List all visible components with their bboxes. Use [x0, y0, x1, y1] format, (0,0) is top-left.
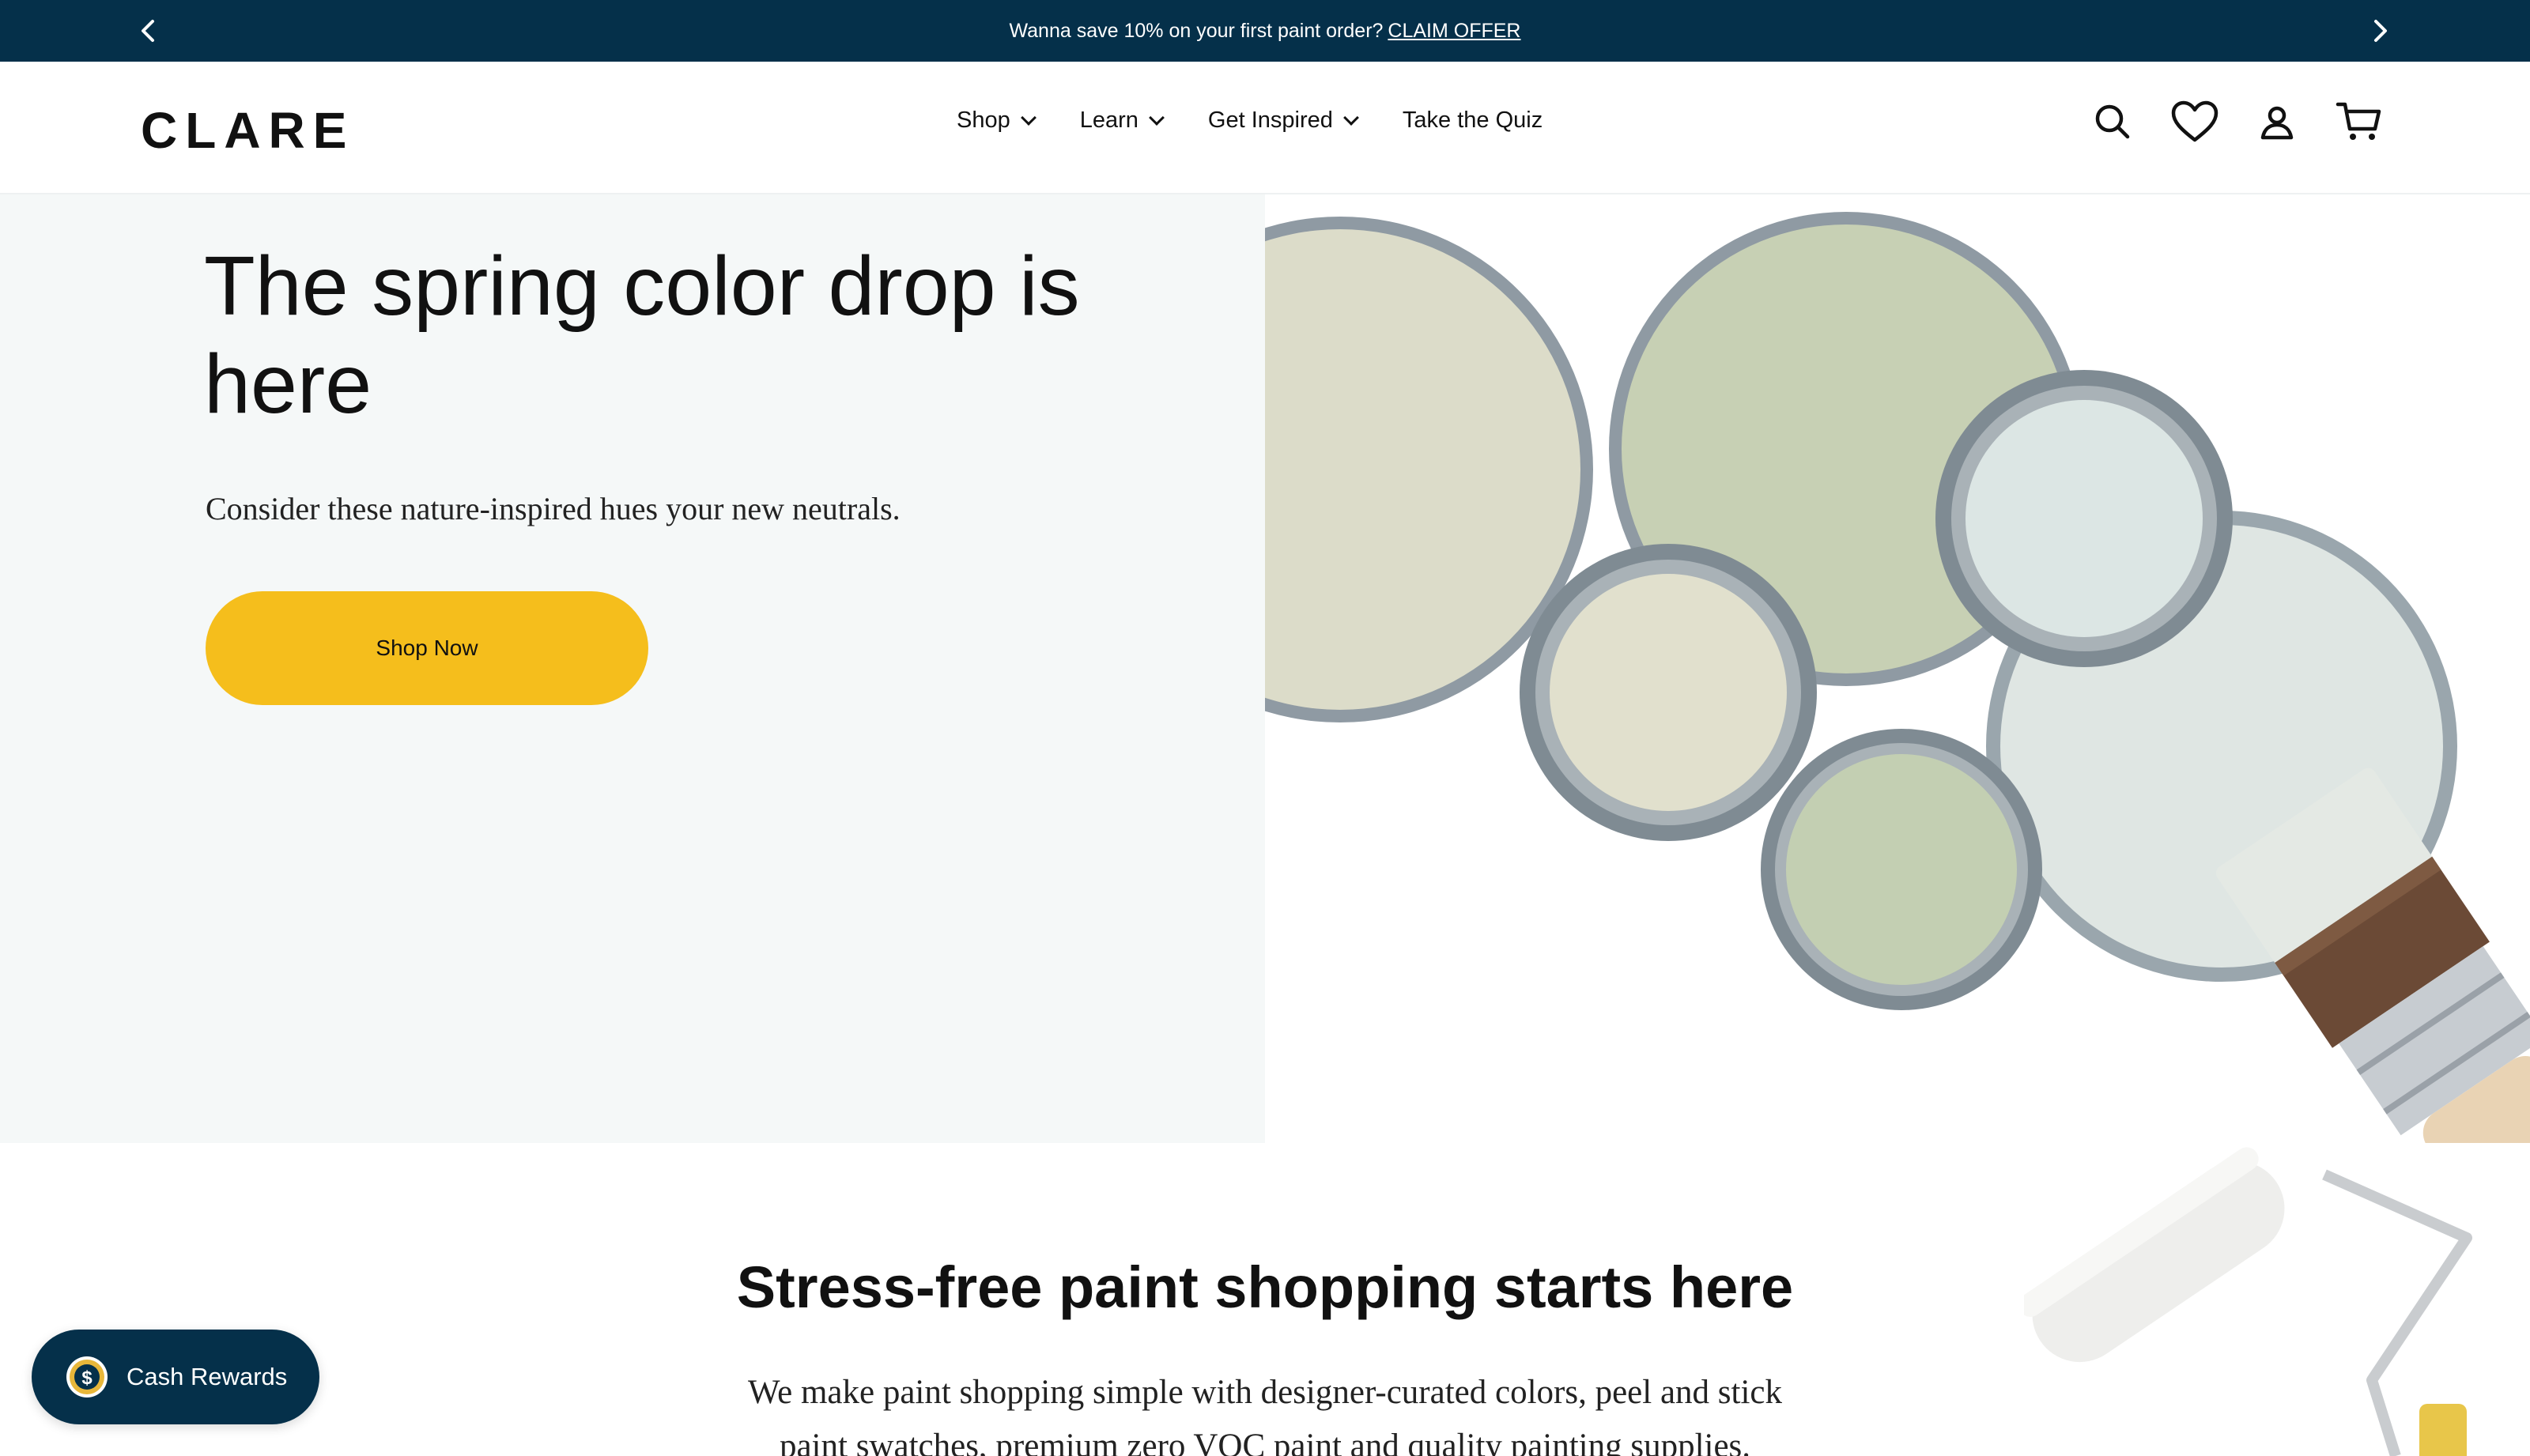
paint-cans-brush-image [1265, 194, 2530, 1143]
nav-item-label: Get Inspired [1207, 108, 1333, 133]
nav-item-shop[interactable]: Shop [957, 108, 1037, 134]
heart-icon[interactable] [2169, 96, 2220, 147]
chevron-right-icon[interactable] [2350, 0, 2411, 62]
chevron-down-icon [1342, 109, 1359, 126]
section-description: We make paint shopping simple with desig… [747, 1374, 1782, 1456]
chevron-left-icon[interactable] [117, 0, 179, 62]
nav-item-label: Learn [1079, 108, 1138, 133]
hero-subtitle: Consider these nature-inspired hues your… [206, 491, 901, 526]
chevron-down-icon [1149, 109, 1165, 126]
nav-item-label: Take the Quiz [1402, 108, 1543, 133]
announcement-bar: Wanna save 10% on your first paint order… [0, 0, 2530, 62]
svg-text:$: $ [81, 1367, 93, 1389]
chevron-down-icon [1020, 109, 1037, 126]
nav-item-take-the-quiz[interactable]: Take the Quiz [1403, 108, 1543, 134]
hero-title: The spring color drop is here [204, 240, 1080, 431]
clare-logo[interactable]: CLARE [141, 101, 354, 160]
paint-roller-image [2024, 1143, 2530, 1456]
claim-offer-link[interactable]: CLAIM OFFER [1388, 20, 1520, 43]
cash-rewards-label: Cash Rewards [126, 1363, 288, 1390]
main-nav: Shop Learn Get Inspired Take the Quiz [957, 108, 1543, 134]
cart-icon[interactable] [2334, 96, 2385, 147]
nav-item-learn[interactable]: Learn [1079, 108, 1165, 134]
shop-now-button[interactable]: Shop Now [206, 591, 648, 705]
dollar-coin-icon: $ [66, 1356, 108, 1398]
header-icons [2087, 96, 2385, 147]
site-header: CLARE Shop Learn Get Inspired Take the Q… [0, 62, 2530, 194]
cash-rewards-button[interactable]: $ Cash Rewards [32, 1330, 319, 1424]
announcement-text: Wanna save 10% on your first paint order… [1009, 19, 1384, 42]
nav-item-get-inspired[interactable]: Get Inspired [1207, 108, 1359, 134]
nav-item-label: Shop [957, 108, 1010, 133]
account-icon[interactable] [2252, 96, 2302, 147]
search-icon[interactable] [2087, 96, 2138, 147]
